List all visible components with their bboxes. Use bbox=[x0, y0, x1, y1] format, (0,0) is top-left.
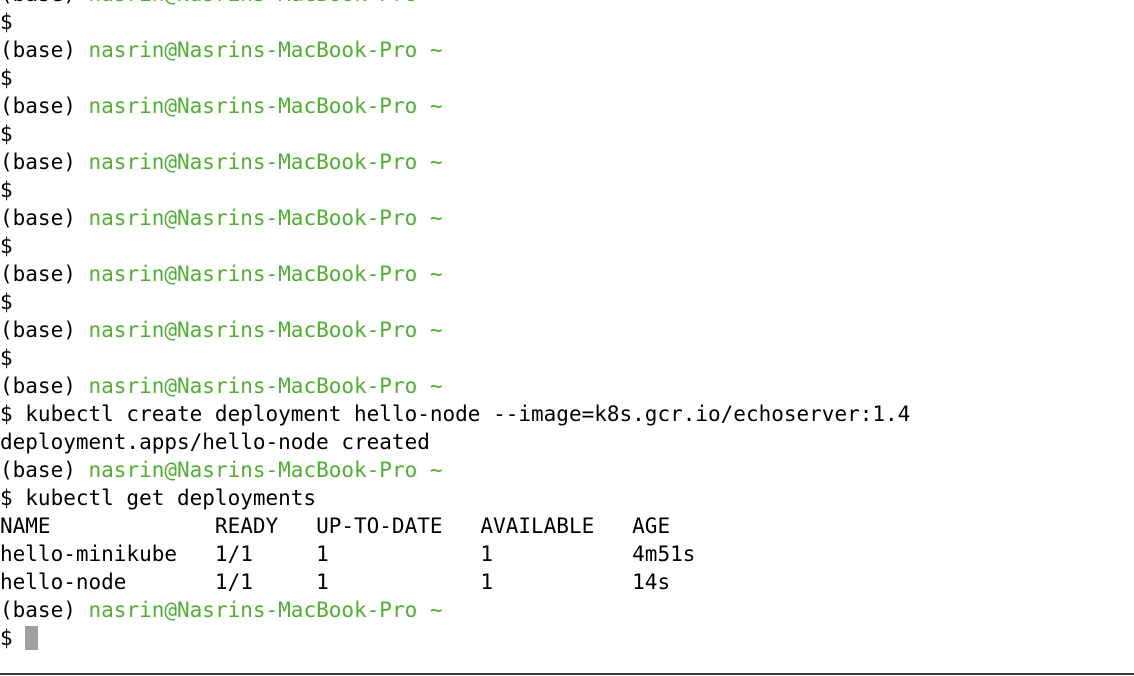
conda-env-label: (base) bbox=[0, 318, 89, 342]
user-host-label: nasrin@Nasrins-MacBook-Pro ~ bbox=[88, 38, 443, 62]
command-text: $ kubectl create deployment hello-node -… bbox=[0, 402, 911, 426]
conda-env-label: (base) bbox=[0, 150, 89, 174]
conda-env-label: (base) bbox=[0, 262, 89, 286]
command-text: $ bbox=[0, 10, 13, 34]
user-host-label: nasrin@Nasrins-MacBook-Pro ~ bbox=[89, 0, 443, 6]
prompt-line: (base) nasrin@Nasrins-MacBook-Pro ~ bbox=[0, 596, 1134, 624]
conda-env-label: (base) bbox=[0, 458, 89, 482]
prompt-line: (base) nasrin@Nasrins-MacBook-Pro ~ bbox=[0, 36, 1134, 64]
output-text: deployment.apps/hello-node created bbox=[0, 430, 430, 454]
user-host-label: nasrin@Nasrins-MacBook-Pro ~ bbox=[88, 598, 443, 622]
command-line: $ bbox=[0, 232, 1134, 260]
window-bottom-border bbox=[0, 673, 1134, 675]
output-line: hello-node 1/1 1 1 14s bbox=[0, 568, 1134, 596]
command-line: $ bbox=[0, 64, 1134, 92]
prompt-line: (base) nasrin@Nasrins-MacBook-Pro ~ bbox=[0, 204, 1134, 232]
conda-env-label: (base) bbox=[0, 38, 89, 62]
command-line: $ kubectl get deployments bbox=[0, 484, 1134, 512]
output-text: hello-node 1/1 1 1 14s bbox=[0, 570, 671, 594]
output-text: NAME READY UP-TO-DATE AVAILABLE AGE bbox=[0, 514, 671, 538]
user-host-label: nasrin@Nasrins-MacBook-Pro ~ bbox=[88, 206, 443, 230]
prompt-line: (base) nasrin@Nasrins-MacBook-Pro ~ bbox=[0, 92, 1134, 120]
conda-env-label: (base) bbox=[0, 206, 89, 230]
command-text: $ bbox=[0, 122, 13, 146]
command-text: $ bbox=[0, 66, 13, 90]
output-line: deployment.apps/hello-node created bbox=[0, 428, 1134, 456]
command-line: $ bbox=[0, 344, 1134, 372]
command-line: $ bbox=[0, 176, 1134, 204]
command-line: $ kubectl create deployment hello-node -… bbox=[0, 400, 1134, 428]
command-text: $ bbox=[0, 290, 13, 314]
command-line: $ bbox=[0, 120, 1134, 148]
conda-env-label: (base) bbox=[0, 374, 89, 398]
command-text: $ bbox=[0, 346, 13, 370]
command-text: $ bbox=[0, 234, 13, 258]
output-line: hello-minikube 1/1 1 1 4m51s bbox=[0, 540, 1134, 568]
prompt-line: (base) nasrin@Nasrins-MacBook-Pro ~ bbox=[0, 148, 1134, 176]
text-cursor[interactable] bbox=[25, 626, 39, 650]
prompt-symbol: $ bbox=[0, 626, 26, 650]
terminal-output[interactable]: (base) nasrin@Nasrins-MacBook-Pro ~$(bas… bbox=[0, 0, 1134, 652]
user-host-label: nasrin@Nasrins-MacBook-Pro ~ bbox=[88, 374, 443, 398]
command-line: $ bbox=[0, 288, 1134, 316]
conda-env-label: (base) bbox=[0, 94, 89, 118]
user-host-label: nasrin@Nasrins-MacBook-Pro ~ bbox=[88, 458, 443, 482]
prompt-line: (base) nasrin@Nasrins-MacBook-Pro ~ bbox=[0, 456, 1134, 484]
command-text: $ bbox=[0, 178, 13, 202]
output-text: hello-minikube 1/1 1 1 4m51s bbox=[0, 542, 696, 566]
prompt-line: (base) nasrin@Nasrins-MacBook-Pro ~ bbox=[0, 260, 1134, 288]
user-host-label: nasrin@Nasrins-MacBook-Pro ~ bbox=[88, 94, 443, 118]
prompt-line: (base) nasrin@Nasrins-MacBook-Pro ~ bbox=[0, 316, 1134, 344]
user-host-label: nasrin@Nasrins-MacBook-Pro ~ bbox=[88, 318, 443, 342]
command-text: $ kubectl get deployments bbox=[0, 486, 317, 510]
active-input-line[interactable]: $ bbox=[0, 624, 1134, 652]
output-line: NAME READY UP-TO-DATE AVAILABLE AGE bbox=[0, 512, 1134, 540]
user-host-label: nasrin@Nasrins-MacBook-Pro ~ bbox=[88, 262, 443, 286]
prompt-line: (base) nasrin@Nasrins-MacBook-Pro ~ bbox=[0, 372, 1134, 400]
command-line: $ bbox=[0, 8, 1134, 36]
prompt-line: (base) nasrin@Nasrins-MacBook-Pro ~ bbox=[0, 0, 1134, 8]
user-host-label: nasrin@Nasrins-MacBook-Pro ~ bbox=[88, 150, 443, 174]
conda-env-label: (base) bbox=[0, 0, 89, 6]
conda-env-label: (base) bbox=[0, 598, 89, 622]
